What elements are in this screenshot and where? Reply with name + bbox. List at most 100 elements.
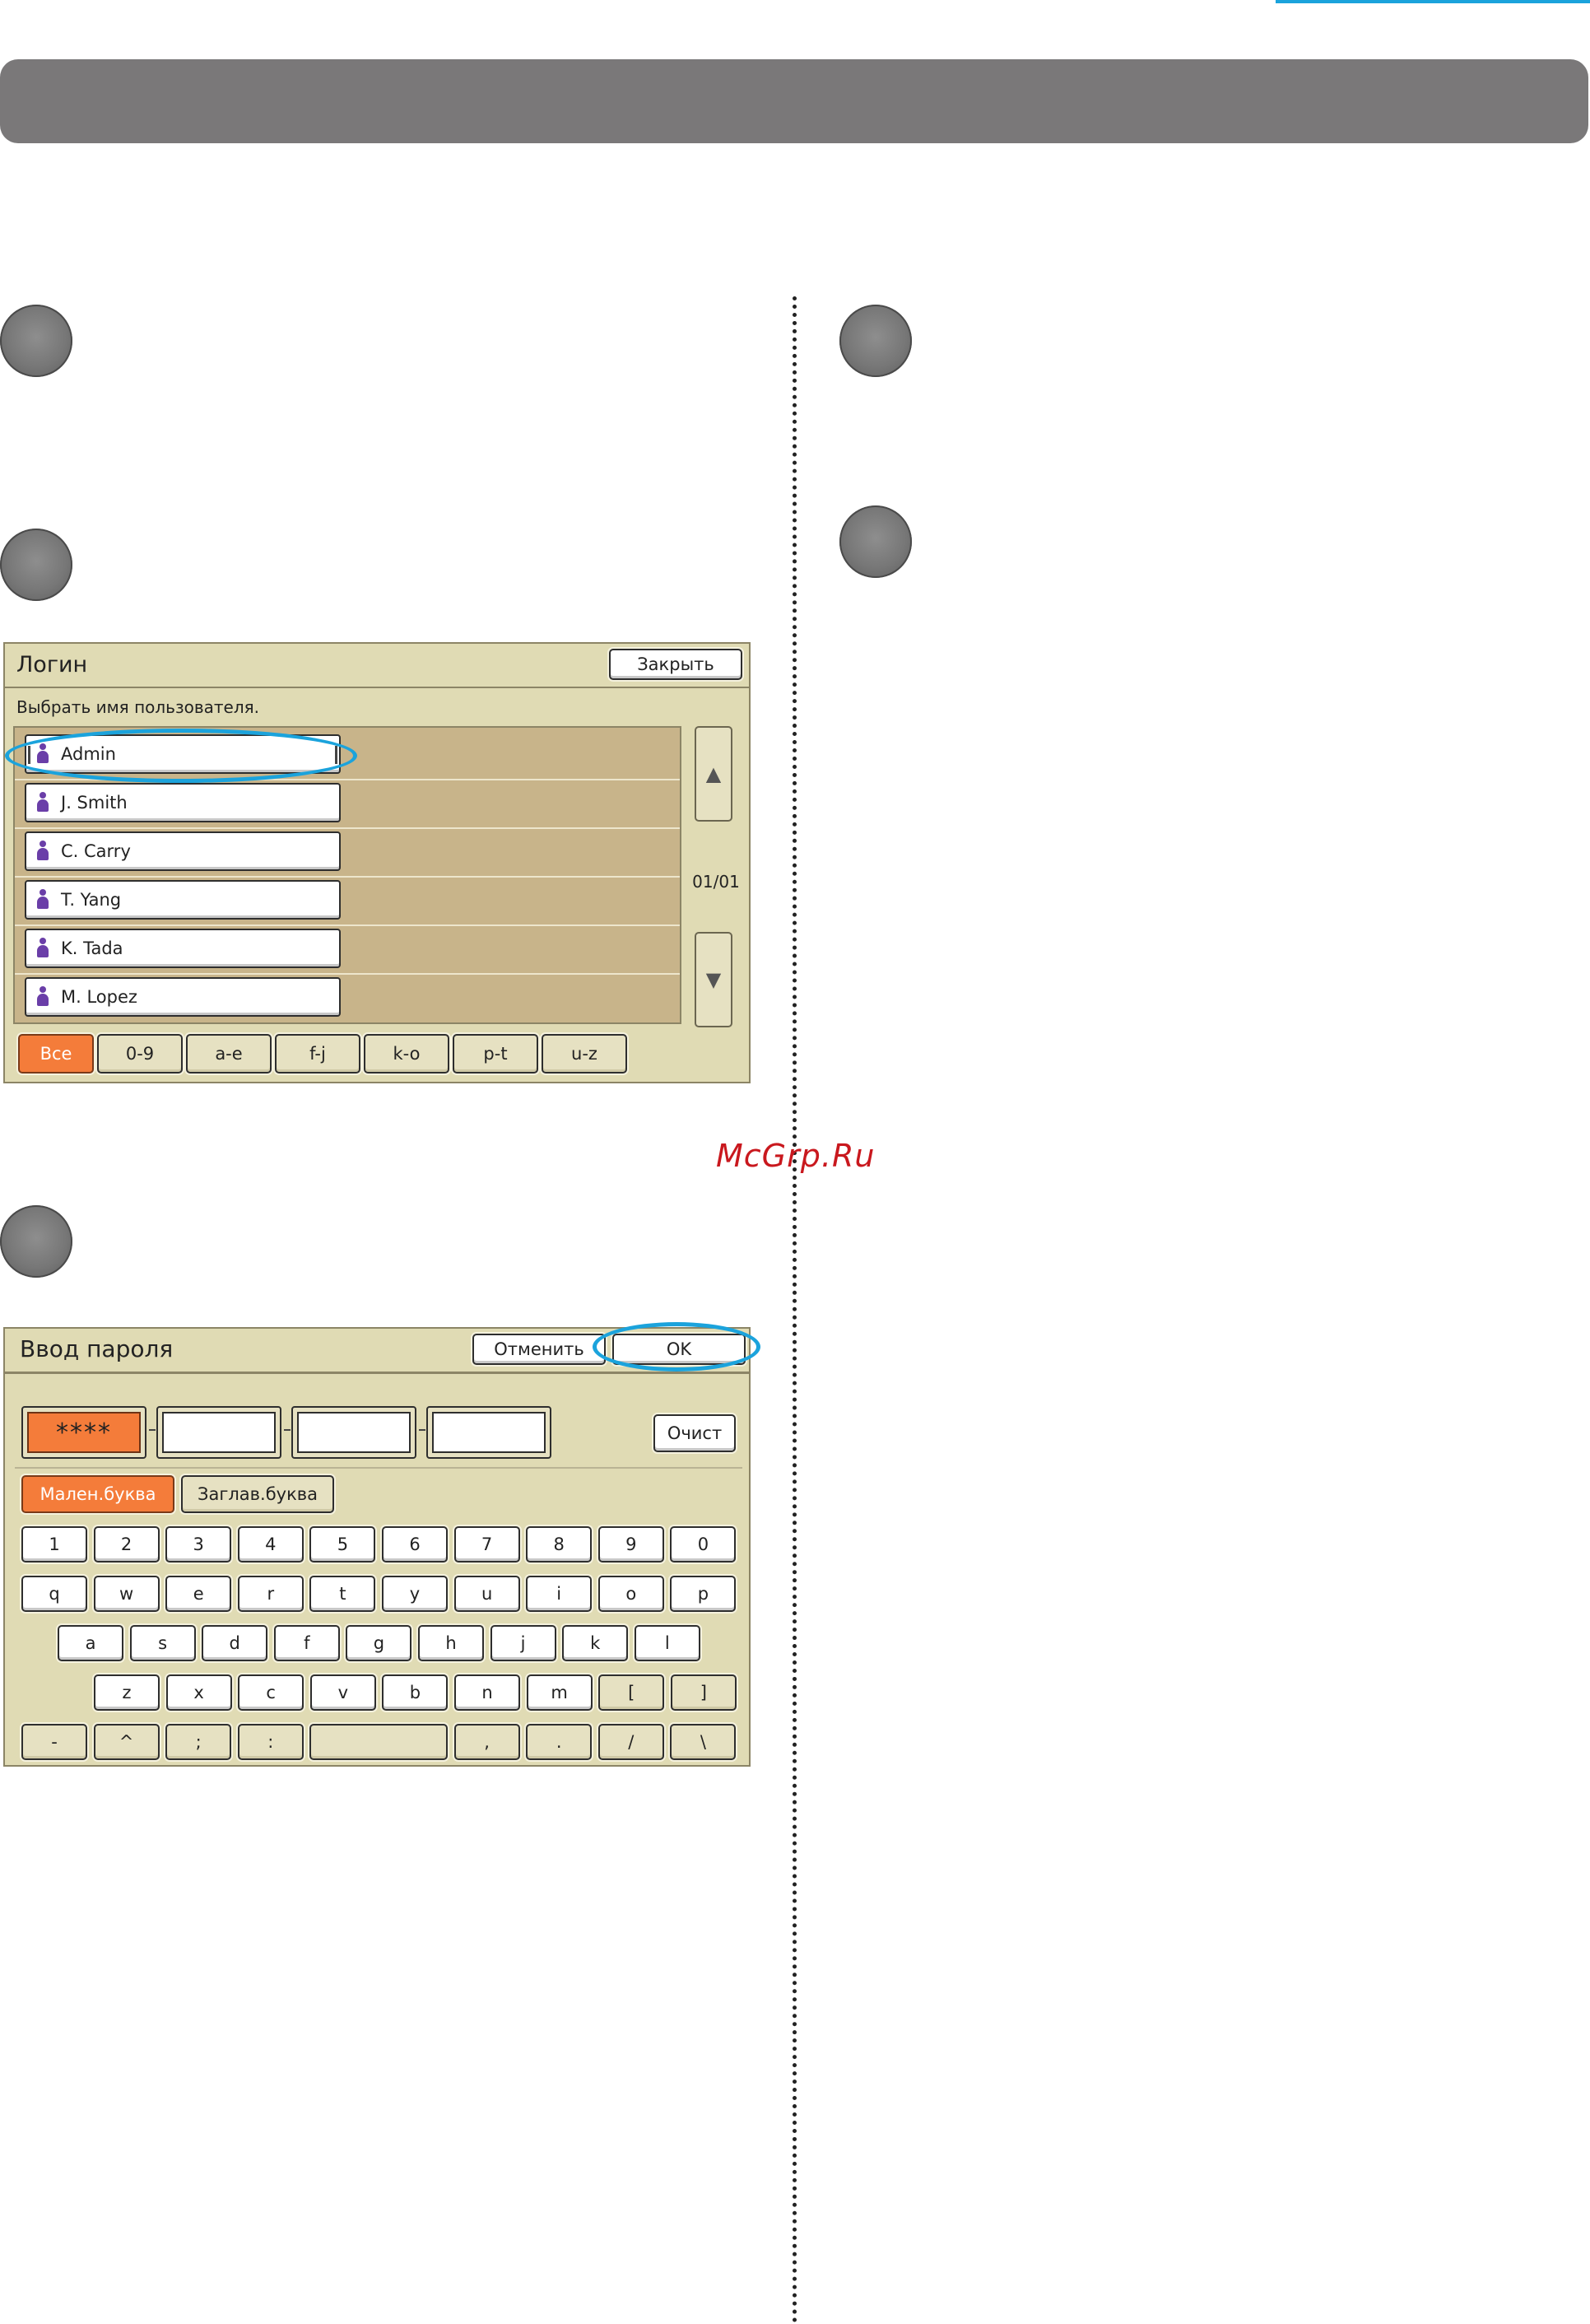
field-separator [419, 1429, 425, 1431]
field-separator [284, 1429, 291, 1431]
filter-a-e[interactable]: a-e [186, 1034, 272, 1074]
title-rule [5, 687, 749, 688]
key[interactable]: 6 [382, 1526, 448, 1563]
user-name: J. Smith [61, 793, 128, 813]
key[interactable]: 3 [165, 1526, 232, 1563]
password-field-3[interactable] [291, 1406, 416, 1459]
cancel-button[interactable]: Отменить [472, 1334, 606, 1365]
key[interactable]: \ [670, 1724, 737, 1760]
key[interactable]: g [346, 1625, 412, 1661]
key[interactable]: 7 [453, 1526, 520, 1563]
step-marker-4 [839, 305, 912, 377]
password-field-1[interactable]: **** [21, 1406, 146, 1459]
user-name: K. Tada [61, 938, 123, 958]
step-marker-1 [0, 305, 72, 377]
close-button[interactable]: Закрыть [609, 649, 742, 680]
admin-highlight-ring [5, 729, 357, 783]
key[interactable]: x [165, 1674, 232, 1711]
key[interactable]: ] [670, 1674, 737, 1711]
key[interactable]: f [273, 1625, 340, 1661]
user-name: C. Carry [61, 841, 131, 861]
top-accent-rule [1276, 0, 1590, 3]
key[interactable]: w [93, 1576, 160, 1612]
filter-p-t[interactable]: p-t [453, 1034, 538, 1074]
key[interactable]: l [634, 1625, 700, 1661]
filter-0-9[interactable]: 0-9 [97, 1034, 183, 1074]
user-item-t-yang[interactable]: T. Yang [25, 880, 341, 920]
step-marker-5 [839, 505, 912, 578]
user-item-c-carry[interactable]: C. Carry [25, 831, 341, 871]
filter-k-o[interactable]: k-o [364, 1034, 449, 1074]
key[interactable]: ^ [93, 1724, 160, 1760]
user-icon [36, 986, 49, 1008]
password-field-2[interactable] [156, 1406, 281, 1459]
key[interactable]: : [237, 1724, 304, 1760]
key[interactable]: 9 [597, 1526, 664, 1563]
scroll-down-button[interactable]: ▼ [695, 932, 732, 1027]
key[interactable]: 5 [309, 1526, 376, 1563]
key[interactable]: 2 [93, 1526, 160, 1563]
key[interactable]: v [309, 1674, 376, 1711]
page-indicator: 01/01 [692, 872, 740, 892]
password-field-4[interactable] [426, 1406, 551, 1459]
key[interactable]: 8 [526, 1526, 593, 1563]
login-instruction: Выбрать имя пользователя. [16, 697, 259, 717]
key[interactable]: m [526, 1674, 593, 1711]
key[interactable]: d [202, 1625, 268, 1661]
key[interactable]: y [382, 1576, 448, 1612]
section-header-bar [0, 59, 1588, 143]
key[interactable]: i [526, 1576, 593, 1612]
key[interactable]: p [670, 1576, 737, 1612]
clear-button[interactable]: Очист [653, 1414, 736, 1452]
key[interactable]: , [453, 1724, 520, 1760]
login-panel: Логин Закрыть Выбрать имя пользователя. … [3, 642, 751, 1083]
key[interactable]: ; [165, 1724, 232, 1760]
user-item-k-tada[interactable]: K. Tada [25, 929, 341, 968]
user-icon [36, 889, 49, 911]
user-icon [36, 841, 49, 862]
key[interactable]: q [21, 1576, 87, 1612]
key[interactable]: o [597, 1576, 664, 1612]
key[interactable]: u [453, 1576, 520, 1612]
password-panel: Ввод пароля Отменить OK **** Очист Мален… [3, 1327, 751, 1767]
key[interactable]: z [94, 1674, 160, 1711]
user-name: M. Lopez [61, 987, 137, 1007]
key[interactable]: / [597, 1724, 664, 1760]
key[interactable]: [ [598, 1674, 665, 1711]
filter-f-j[interactable]: f-j [275, 1034, 360, 1074]
key[interactable]: k [562, 1625, 629, 1661]
login-title: Логин [16, 652, 88, 678]
title-rule [5, 1372, 749, 1374]
key[interactable]: - [21, 1724, 87, 1760]
key[interactable]: j [490, 1625, 556, 1661]
password-value: **** [27, 1412, 141, 1453]
filter-all[interactable]: Все [18, 1034, 94, 1074]
key[interactable]: b [382, 1674, 449, 1711]
user-item-j-smith[interactable]: J. Smith [25, 783, 341, 822]
triangle-down-icon: ▼ [705, 968, 722, 991]
scroll-up-button[interactable]: ▲ [695, 726, 732, 822]
key[interactable]: r [237, 1576, 304, 1612]
password-title: Ввод пароля [20, 1335, 174, 1362]
list-separator [15, 973, 680, 975]
key[interactable]: 4 [237, 1526, 304, 1563]
user-item-m-lopez[interactable]: M. Lopez [25, 977, 341, 1017]
key[interactable]: t [309, 1576, 376, 1612]
filter-u-z[interactable]: u-z [542, 1034, 627, 1074]
key[interactable]: e [165, 1576, 232, 1612]
key[interactable]: . [526, 1724, 593, 1760]
key[interactable]: 0 [670, 1526, 737, 1563]
ok-highlight-ring [593, 1322, 760, 1372]
list-separator [15, 827, 680, 829]
key[interactable]: h [418, 1625, 484, 1661]
key[interactable]: 1 [21, 1526, 87, 1563]
key[interactable]: c [238, 1674, 305, 1711]
key[interactable]: s [129, 1625, 196, 1661]
key[interactable]: n [454, 1674, 520, 1711]
column-divider [793, 296, 797, 2324]
key-space[interactable] [309, 1724, 449, 1760]
key[interactable]: a [58, 1625, 123, 1661]
lowercase-toggle[interactable]: Мален.буква [21, 1475, 174, 1513]
uppercase-toggle[interactable]: Заглав.буква [181, 1475, 334, 1513]
user-name: T. Yang [61, 890, 122, 910]
